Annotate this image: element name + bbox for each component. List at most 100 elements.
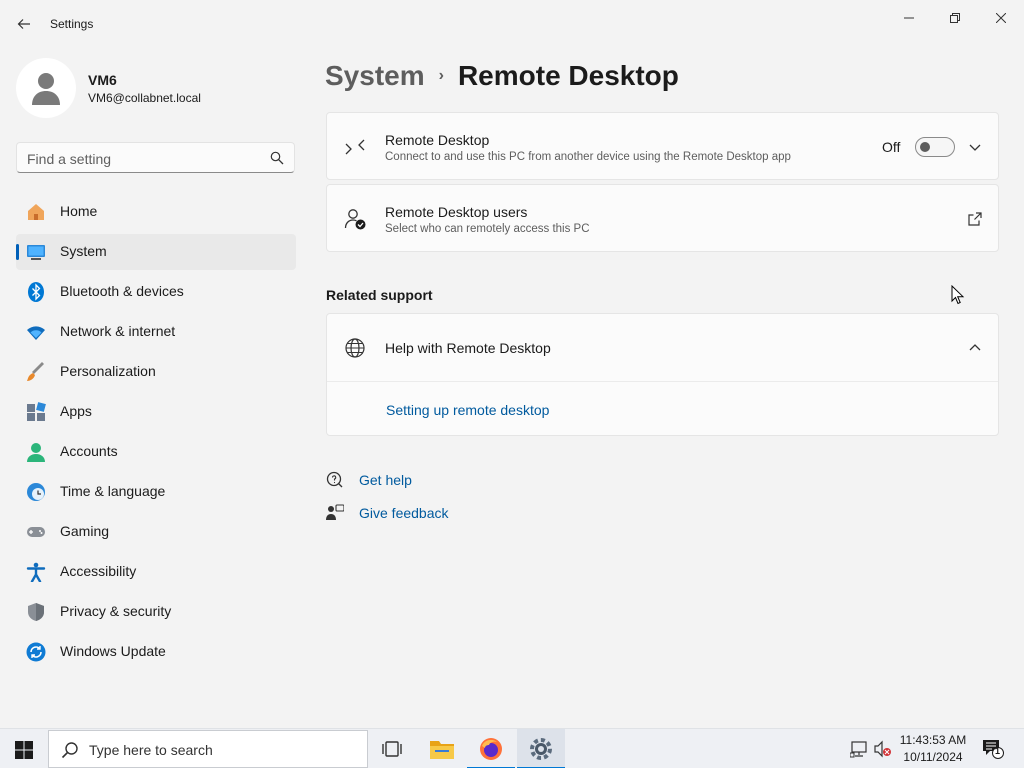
remote-desktop-users-setting[interactable]: Remote Desktop users Select who can remo… <box>326 184 999 252</box>
breadcrumb: System › Remote Desktop <box>325 58 679 94</box>
help-chat-icon <box>326 471 343 488</box>
get-help-label: Get help <box>359 472 412 488</box>
give-feedback-link[interactable]: Give feedback <box>326 503 526 525</box>
remote-desktop-icon <box>345 139 365 155</box>
settings-app-button[interactable] <box>517 729 565 768</box>
sidebar-item-time-language[interactable]: Time & language <box>16 474 296 510</box>
title-bar: Settings <box>0 0 1024 48</box>
sidebar-item-bluetooth[interactable]: Bluetooth & devices <box>16 274 296 310</box>
system-icon <box>27 245 45 260</box>
sidebar-item-gaming[interactable]: Gaming <box>16 514 296 550</box>
divider <box>327 381 998 382</box>
apps-icon <box>27 402 46 421</box>
clock-time: 11:43:53 AM <box>899 733 967 747</box>
sidebar-item-accounts[interactable]: Accounts <box>16 434 296 470</box>
app-title: Settings <box>50 17 94 31</box>
sidebar-item-label: Accessibility <box>60 563 137 579</box>
remote-users-subtitle: Select who can remotely access this PC <box>385 223 590 235</box>
sidebar-item-label: Home <box>60 203 98 219</box>
toggle-knob <box>920 142 930 152</box>
globe-icon <box>345 338 365 358</box>
sidebar-item-privacy-security[interactable]: Privacy & security <box>16 594 296 630</box>
minimize-icon <box>904 17 914 19</box>
sidebar-item-windows-update[interactable]: Windows Update <box>16 634 296 670</box>
sidebar-item-system[interactable]: System <box>16 234 296 270</box>
sidebar-item-label: Time & language <box>60 483 166 499</box>
sidebar-item-label: Windows Update <box>60 643 166 659</box>
sidebar-item-label: Accounts <box>60 443 118 459</box>
help-title: Help with Remote Desktop <box>385 340 551 356</box>
user-name: VM6 <box>88 72 117 88</box>
person-icon <box>32 73 60 105</box>
toggle-state-label: Off <box>882 139 901 155</box>
volume-muted-icon[interactable] <box>874 740 892 758</box>
remote-desktop-subtitle: Connect to and use this PC from another … <box>385 151 791 163</box>
update-icon <box>26 642 46 662</box>
give-feedback-label: Give feedback <box>359 505 449 521</box>
search-input[interactable]: Find a setting <box>16 142 295 173</box>
help-expander: Help with Remote Desktop Setting up remo… <box>326 313 999 436</box>
close-icon <box>996 13 1006 23</box>
setting-up-remote-desktop-link[interactable]: Setting up remote desktop <box>386 402 549 418</box>
bluetooth-icon <box>28 282 44 302</box>
folder-icon <box>430 741 454 759</box>
feedback-icon <box>326 504 344 520</box>
sidebar-item-label: Bluetooth & devices <box>60 283 184 299</box>
breadcrumb-parent-link[interactable]: System <box>325 60 425 92</box>
sidebar-item-label: Privacy & security <box>60 603 172 619</box>
gamepad-icon <box>27 527 45 537</box>
users-check-icon <box>344 209 366 230</box>
sidebar-item-home[interactable]: Home <box>16 194 296 230</box>
minimize-button[interactable] <box>886 4 932 32</box>
firefox-icon <box>480 738 502 760</box>
windows-start-icon[interactable] <box>14 740 34 760</box>
chevron-down-icon[interactable] <box>967 139 983 155</box>
system-clock[interactable]: 11:43:53 AM 10/11/2024 <box>892 732 974 766</box>
open-external-icon[interactable] <box>967 211 983 227</box>
breadcrumb-separator: › <box>438 67 444 84</box>
clock-globe-icon <box>27 483 45 501</box>
search-icon <box>61 742 78 759</box>
remote-desktop-toggle[interactable] <box>915 137 955 157</box>
taskbar: Type here to search 11:43:53 AM 10/11/20… <box>0 728 1024 768</box>
taskbar-search-input[interactable]: Type here to search <box>48 730 368 768</box>
help-expander-header[interactable]: Help with Remote Desktop <box>327 314 998 381</box>
sidebar-item-personalization[interactable]: Personalization <box>16 354 296 390</box>
firefox-button[interactable] <box>467 729 515 768</box>
brush-icon <box>27 362 44 381</box>
back-button[interactable] <box>12 12 36 36</box>
accessibility-icon <box>26 562 46 582</box>
task-view-button[interactable] <box>368 729 416 768</box>
notification-icon <box>983 740 1004 759</box>
remote-desktop-title: Remote Desktop <box>385 132 490 148</box>
user-email: VM6@collabnet.local <box>88 91 201 105</box>
page-title: Remote Desktop <box>457 60 679 91</box>
gear-icon <box>530 738 552 760</box>
taskbar-search-placeholder: Type here to search <box>89 742 213 758</box>
restore-button[interactable] <box>932 4 978 32</box>
shield-icon <box>28 603 44 621</box>
search-icon <box>270 151 284 165</box>
sidebar-item-network[interactable]: Network & internet <box>16 314 296 350</box>
sidebar-item-label: Network & internet <box>60 323 176 339</box>
search-placeholder: Find a setting <box>27 151 112 167</box>
remote-desktop-setting[interactable]: Remote Desktop Connect to and use this P… <box>326 112 999 180</box>
restore-icon <box>950 13 960 23</box>
sidebar-nav: Home System Bluetooth & devices Network … <box>16 194 296 674</box>
close-button[interactable] <box>978 4 1024 32</box>
back-arrow-icon <box>17 19 30 29</box>
notification-count: 1 <box>995 746 1001 756</box>
chevron-up-icon[interactable] <box>967 340 983 356</box>
get-help-link[interactable]: Get help <box>326 470 526 492</box>
user-profile[interactable]: VM6 VM6@collabnet.local <box>16 58 296 118</box>
file-explorer-button[interactable] <box>418 729 466 768</box>
home-icon <box>28 204 44 220</box>
notification-center-button[interactable]: 1 <box>982 739 1004 759</box>
sidebar-item-accessibility[interactable]: Accessibility <box>16 554 296 590</box>
avatar <box>16 58 76 118</box>
related-support-heading: Related support <box>326 287 433 303</box>
network-wired-icon[interactable] <box>850 740 868 758</box>
sidebar-item-apps[interactable]: Apps <box>16 394 296 430</box>
sidebar-item-label: Apps <box>60 403 92 419</box>
wifi-icon <box>27 326 45 340</box>
